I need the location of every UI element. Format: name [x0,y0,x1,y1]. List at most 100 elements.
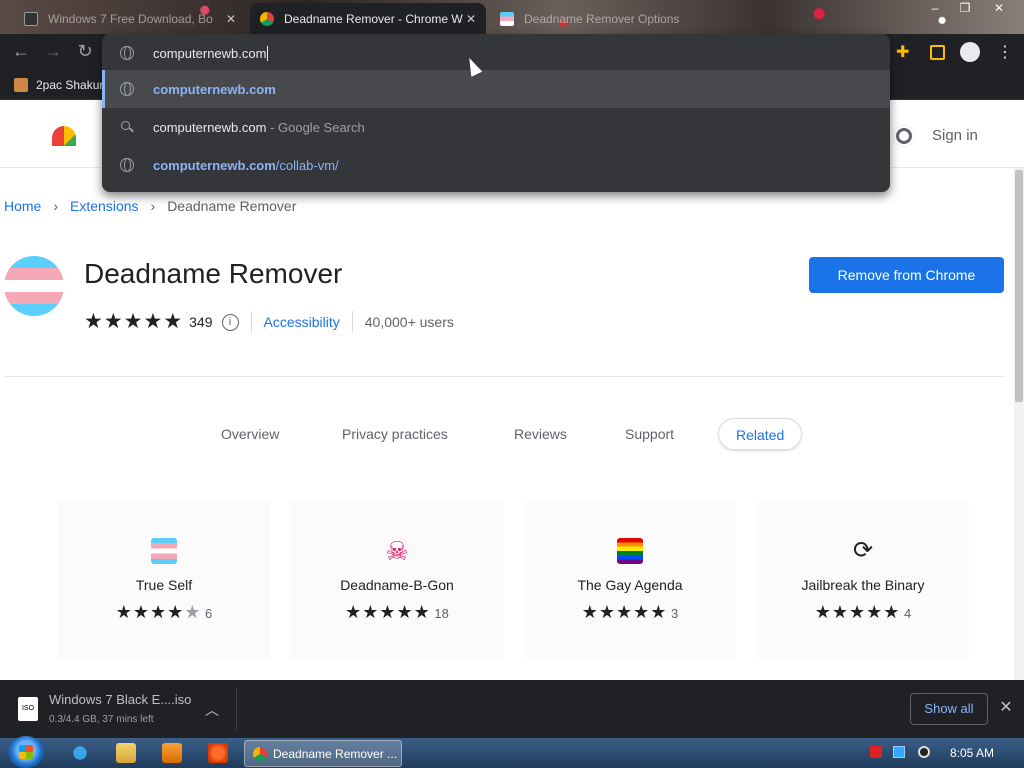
ie-icon[interactable] [70,743,90,763]
card-title: Jailbreak the Binary [801,577,925,593]
tab-title: Windows 7 Free Download, Bo [48,11,213,26]
card-title: True Self [135,577,193,593]
star-icon: ★ [163,310,183,333]
bookmark-favicon-icon [14,78,28,92]
star-icon: ★ [616,602,633,622]
tab-options[interactable]: Deadname Remover Options [490,3,690,34]
tab-support[interactable]: Support [625,418,674,450]
related-card-the-gay-agenda[interactable]: The Gay Agenda ★★★★★ 3 [524,500,736,660]
card-rating-count: 6 [205,606,213,621]
windows-tab-icon [24,11,38,26]
taskbar-clock[interactable]: 8:05 AM [950,746,994,760]
globe-icon [120,158,134,172]
rating-count[interactable]: 349 [189,314,212,330]
sign-in-link[interactable]: Sign in [932,127,978,144]
info-icon[interactable]: i [221,313,239,331]
download-filename[interactable]: Windows 7 Black E....iso [49,692,191,707]
close-icon[interactable]: ✕ [466,12,476,26]
explorer-folder-icon[interactable] [116,743,136,763]
extensions-puzzle-icon[interactable]: ✚ [896,42,918,64]
tab-reviews[interactable]: Reviews [514,418,567,450]
breadcrumb-extensions[interactable]: Extensions [70,198,138,214]
star-icon: ★ [379,602,396,622]
gear-icon[interactable] [893,125,915,147]
star-icon: ★ [143,310,163,333]
remove-from-chrome-button[interactable]: Remove from Chrome [809,257,1004,293]
webstore-tab-icon [260,11,274,26]
globe-icon [120,82,134,96]
related-card-deadname-b-gon[interactable]: ☠ Deadname-B-Gon ★★★★★ 18 [291,500,503,660]
star-icon: ★ [598,602,615,622]
user-count: 40,000+ users [364,314,454,330]
star-icon: ★ [814,602,831,622]
show-all-button[interactable]: Show all [910,693,988,725]
extension-meta: ★★★★★ 349 i Accessibility 40,000+ users [84,311,454,333]
tab-title: Deadname Remover - Chrome W [284,11,463,26]
sidepanel-icon[interactable] [930,45,945,60]
star-icon: ★ [132,602,149,622]
network-tray-icon[interactable] [893,746,905,758]
suggestion-url: computernewb.com [153,157,276,173]
star-icon: ★ [883,602,900,622]
taskbar-app-label: Deadname Remover ... [273,746,398,761]
star-icon: ★ [831,602,848,622]
close-icon[interactable]: ✕ [226,12,236,26]
tab-privacy-practices[interactable]: Privacy practices [342,418,448,450]
page-title: Deadname Remover [84,258,343,289]
star-icon: ★ [150,602,167,622]
minimize-button[interactable]: – [920,0,950,18]
card-rating: ★★★★★ 3 [524,602,736,622]
star-icon: ★ [167,602,184,622]
start-button[interactable] [8,736,44,768]
address-bar[interactable]: computernewb.com [102,36,890,70]
close-icon[interactable]: ✕ [997,697,1015,717]
card-rating-count: 3 [671,606,679,621]
webstore-logo-icon[interactable] [52,126,76,146]
extension-logo-icon [4,256,64,316]
card-rating: ★★★★★ 4 [757,602,969,622]
back-arrow-icon[interactable]: ← [10,41,32,63]
reload-icon[interactable]: ↻ [74,41,96,63]
tab-overview[interactable]: Overview [221,418,279,450]
scrollbar-thumb[interactable] [1015,170,1023,402]
forward-arrow-icon[interactable]: → [42,41,64,63]
app-icon[interactable] [208,743,228,763]
tab-related[interactable]: Related [718,418,803,450]
card-rating-count: 4 [904,606,912,621]
omnibox-suggestion[interactable]: computernewb.com - Google Search [102,108,890,146]
card-title: Deadname-B-Gon [340,577,454,593]
media-player-icon[interactable] [162,743,182,763]
breadcrumb-home[interactable]: Home [4,198,41,214]
profile-icon[interactable] [960,42,980,62]
flag-tray-icon[interactable] [870,746,882,758]
category-link[interactable]: Accessibility [264,314,340,330]
star-icon: ★ [650,602,667,622]
maximize-button[interactable]: ❐ [950,0,980,18]
suggestion-url: computernewb.com [153,81,276,97]
related-card-jailbreak-the-binary[interactable]: ⟳ Jailbreak the Binary ★★★★★ 4 [757,500,969,660]
breadcrumb-current: Deadname Remover [167,198,297,214]
download-status: 0.3/4.4 GB, 37 mins left [49,714,154,725]
volume-tray-icon[interactable] [918,746,930,758]
section-divider [4,376,1006,377]
rating-stars: ★★★★★ [84,310,183,333]
menu-kebab-icon[interactable]: ⋮ [997,42,1019,64]
bookmark-2pac[interactable]: 2pac Shakur [14,78,103,92]
related-card-true-self[interactable]: True Self ★★★★★ 6 [58,500,270,660]
text-caret [267,45,269,61]
tab-deadname-remover[interactable]: Deadname Remover - Chrome W ✕ [250,3,486,34]
trans-flag-icon [151,538,177,564]
address-input[interactable]: computernewb.com [153,46,266,61]
taskbar-chrome-app[interactable]: Deadname Remover ... [244,740,402,767]
chevron-up-icon[interactable]: ︿ [205,700,219,720]
window-close-button[interactable]: ✕ [984,0,1014,18]
chevron-right-icon: › [53,198,59,214]
omnibox-suggestion[interactable]: computernewb.com [102,70,890,108]
divider [250,311,252,333]
omnibox-suggestion[interactable]: computernewb.com/collab-vm/ [102,146,890,184]
star-icon: ★ [123,310,143,333]
star-icon: ★ [849,602,866,622]
tab-windows7[interactable]: Windows 7 Free Download, Bo ✕ [14,3,246,34]
star-icon: ★ [103,310,123,333]
page-scrollbar[interactable] [1014,168,1024,680]
